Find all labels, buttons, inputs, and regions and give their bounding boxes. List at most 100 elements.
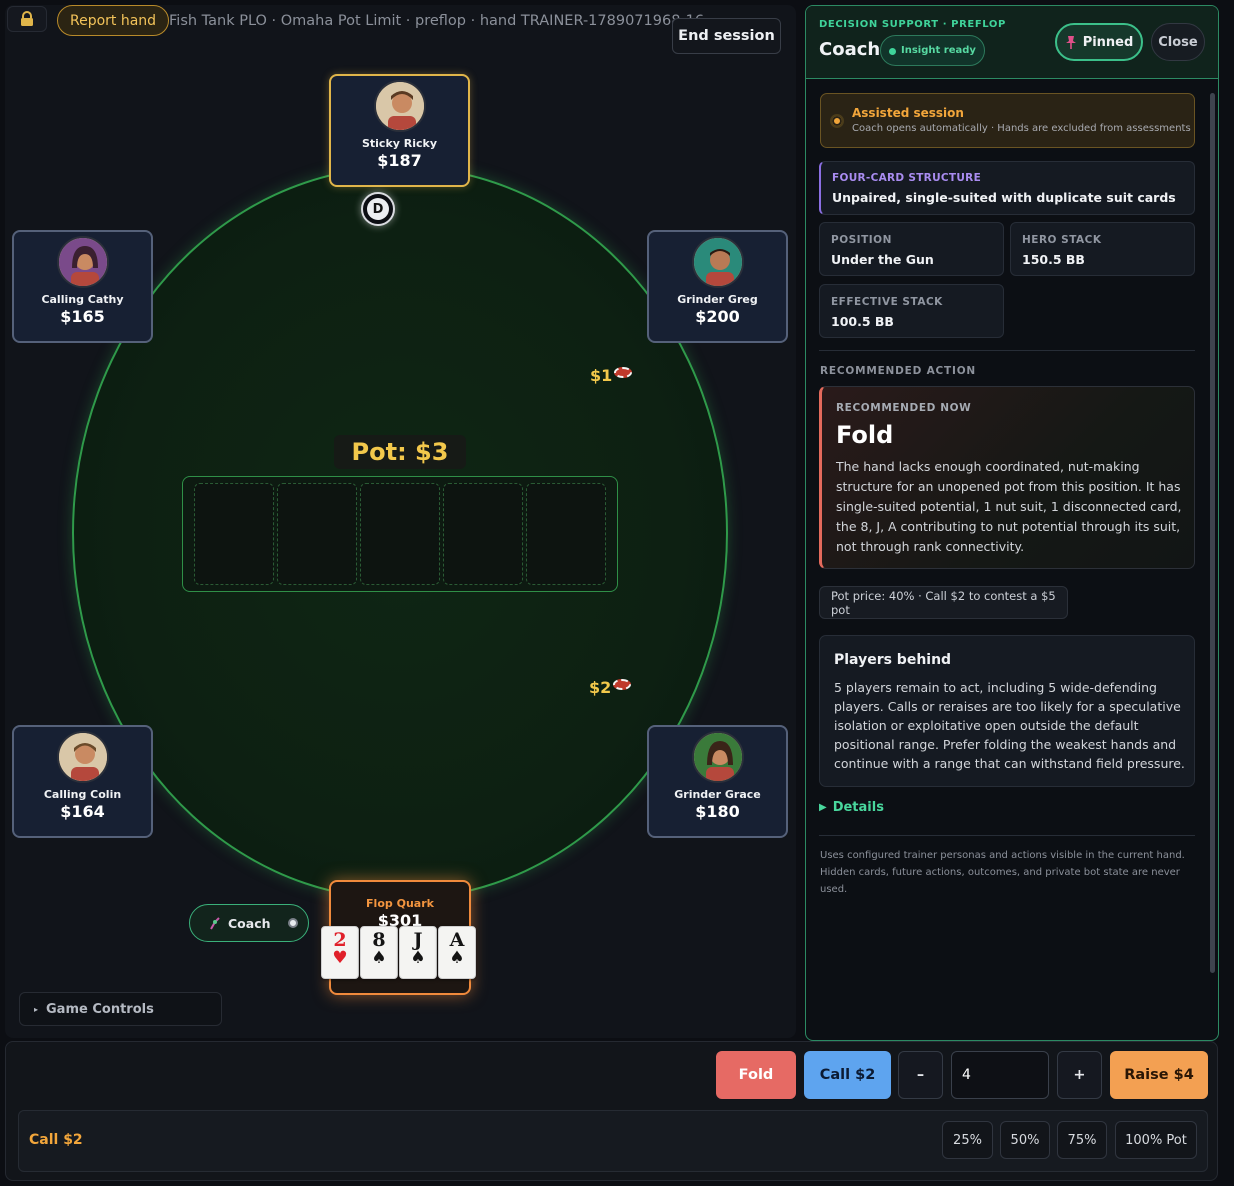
effective-stack-value: 100.5 BB <box>831 314 894 329</box>
pot-size-50-button[interactable]: 50% <box>1000 1121 1050 1159</box>
coach-scrollbar[interactable] <box>1208 85 1216 1035</box>
board-slot <box>526 483 606 585</box>
coach-pill-label: Coach <box>228 915 271 931</box>
players-behind-title: Players behind <box>834 652 952 668</box>
coach-header: DECISION SUPPORT · PREFLOP Coach Insight… <box>806 6 1218 79</box>
seat-calling-cathy: Calling Cathy $165 <box>12 230 153 343</box>
assisted-title: Assisted session <box>852 106 964 120</box>
raise-button[interactable]: Raise $4 <box>1110 1051 1208 1099</box>
spade-suit-icon: ♠ <box>449 948 465 968</box>
position-label: POSITION <box>831 234 892 246</box>
effective-stack-stat: EFFECTIVE STACK 100.5 BB <box>819 284 1004 338</box>
pot-size-100-button[interactable]: 100% Pot <box>1115 1121 1197 1159</box>
assisted-session-notice: Assisted session Coach opens automatical… <box>820 93 1195 148</box>
chip-icon <box>613 679 632 690</box>
pin-icon <box>1065 36 1076 49</box>
raise-amount-input[interactable] <box>951 1051 1049 1099</box>
details-toggle[interactable]: ▶ Details <box>819 800 884 815</box>
coach-panel: DECISION SUPPORT · PREFLOP Coach Insight… <box>805 5 1219 1041</box>
game-controls-toggle[interactable]: ▸ Game Controls <box>19 992 222 1026</box>
recommended-action-card: RECOMMENDED NOW Fold The hand lacks enou… <box>819 386 1195 569</box>
coach-title: Coach <box>819 39 881 60</box>
spade-suit-icon: ♠ <box>410 948 426 968</box>
pot-size-25-button[interactable]: 25% <box>942 1121 993 1159</box>
coach-toggle-pill[interactable]: Coach <box>189 904 309 942</box>
seat-grinder-grace: Grinder Grace $180 <box>647 725 788 838</box>
spade-suit-icon: ♠ <box>371 948 387 968</box>
action-bar: Fold Call $2 – + Raise $4 Call $2 25% 50… <box>5 1041 1218 1181</box>
lock-button[interactable] <box>7 6 47 32</box>
recommended-description: The hand lacks enough coordinated, nut-m… <box>836 459 1182 554</box>
hero-stack-value: 150.5 BB <box>1022 252 1085 267</box>
player-name: Calling Colin <box>43 788 122 801</box>
hero-stack-label: HERO STACK <box>1022 234 1102 246</box>
hand-title: Fish Tank PLO · Omaha Pot Limit · preflo… <box>169 13 705 29</box>
lock-icon <box>21 11 33 26</box>
increase-raise-button[interactable]: + <box>1057 1051 1102 1099</box>
bet-amount: $2 <box>589 678 612 697</box>
recommended-heading: RECOMMENDED ACTION <box>820 365 977 377</box>
fold-button[interactable]: Fold <box>716 1051 796 1099</box>
seat-sticky-ricky: Sticky Ricky $187 <box>329 74 470 187</box>
game-controls-label: Game Controls <box>46 1001 154 1017</box>
bet-chip-2: $2 <box>589 678 632 697</box>
bet-sizing-row: Call $2 25% 50% 75% 100% Pot <box>18 1110 1208 1172</box>
position-value: Under the Gun <box>831 252 934 267</box>
player-name: Grinder Greg <box>677 293 758 306</box>
hole-card: A ♠ <box>438 926 476 979</box>
avatar <box>691 731 744 783</box>
call-button[interactable]: Call $2 <box>804 1051 891 1099</box>
board-slot <box>360 483 440 585</box>
player-stack: $180 <box>695 802 740 821</box>
hero-stack-stat: HERO STACK 150.5 BB <box>1010 222 1195 276</box>
insight-ready-badge: Insight ready <box>880 35 985 66</box>
board-slot <box>277 483 357 585</box>
hole-card: 2 ♥ <box>321 926 359 979</box>
coach-icon <box>210 917 220 930</box>
community-card-board <box>182 476 618 592</box>
hero-hole-cards: 2 ♥ 8 ♠ J ♠ A ♠ <box>321 926 476 979</box>
seat-calling-colin: Calling Colin $164 <box>12 725 153 838</box>
player-stack: $187 <box>377 151 422 170</box>
player-stack: $200 <box>695 307 740 326</box>
coach-footnote: Uses configured trainer personas and act… <box>820 850 1185 895</box>
structure-label: FOUR-CARD STRUCTURE <box>832 172 982 184</box>
toggle-dot <box>288 918 298 928</box>
player-name: Grinder Grace <box>674 788 761 801</box>
position-stat: POSITION Under the Gun <box>819 222 1004 276</box>
hole-card: 8 ♠ <box>360 926 398 979</box>
selected-action-label: Call $2 <box>29 1132 83 1148</box>
players-behind-card: Players behind 5 players remain to act, … <box>819 635 1195 787</box>
seat-grinder-greg: Grinder Greg $200 <box>647 230 788 343</box>
pot-size-75-button[interactable]: 75% <box>1057 1121 1107 1159</box>
chip-icon <box>614 367 633 378</box>
player-stack: $165 <box>60 307 105 326</box>
coach-kicker: DECISION SUPPORT · PREFLOP <box>819 19 1006 30</box>
avatar <box>691 236 744 288</box>
details-label: Details <box>832 800 884 815</box>
dealer-label: D <box>367 198 389 220</box>
bet-chip-1: $1 <box>590 366 633 385</box>
pinned-button[interactable]: Pinned <box>1055 23 1143 61</box>
pot-label: Pot: $3 <box>334 435 466 469</box>
pot-price-chip: Pot price: 40% · Call $2 to contest a $5… <box>819 586 1068 619</box>
caret-right-icon: ▶ <box>819 802 827 813</box>
bet-amount: $1 <box>590 366 613 385</box>
divider <box>819 835 1195 836</box>
player-stack: $164 <box>60 802 105 821</box>
caret-right-icon: ▸ <box>34 1004 39 1014</box>
decrease-raise-button[interactable]: – <box>898 1051 943 1099</box>
dealer-button: D <box>361 192 395 226</box>
four-card-structure-card: FOUR-CARD STRUCTURE Unpaired, single-sui… <box>819 161 1195 215</box>
close-button[interactable]: Close <box>1151 23 1205 61</box>
hole-card: J ♠ <box>399 926 437 979</box>
end-session-button[interactable]: End session <box>672 18 781 54</box>
recommended-now-label: RECOMMENDED NOW <box>836 402 972 414</box>
board-slot <box>194 483 274 585</box>
scroll-thumb[interactable] <box>1210 93 1215 973</box>
report-hand-button[interactable]: Report hand <box>57 5 170 36</box>
hero-name: Flop Quark <box>366 897 434 910</box>
player-name: Calling Cathy <box>41 293 124 306</box>
status-dot-icon <box>830 114 844 128</box>
avatar <box>373 80 426 132</box>
